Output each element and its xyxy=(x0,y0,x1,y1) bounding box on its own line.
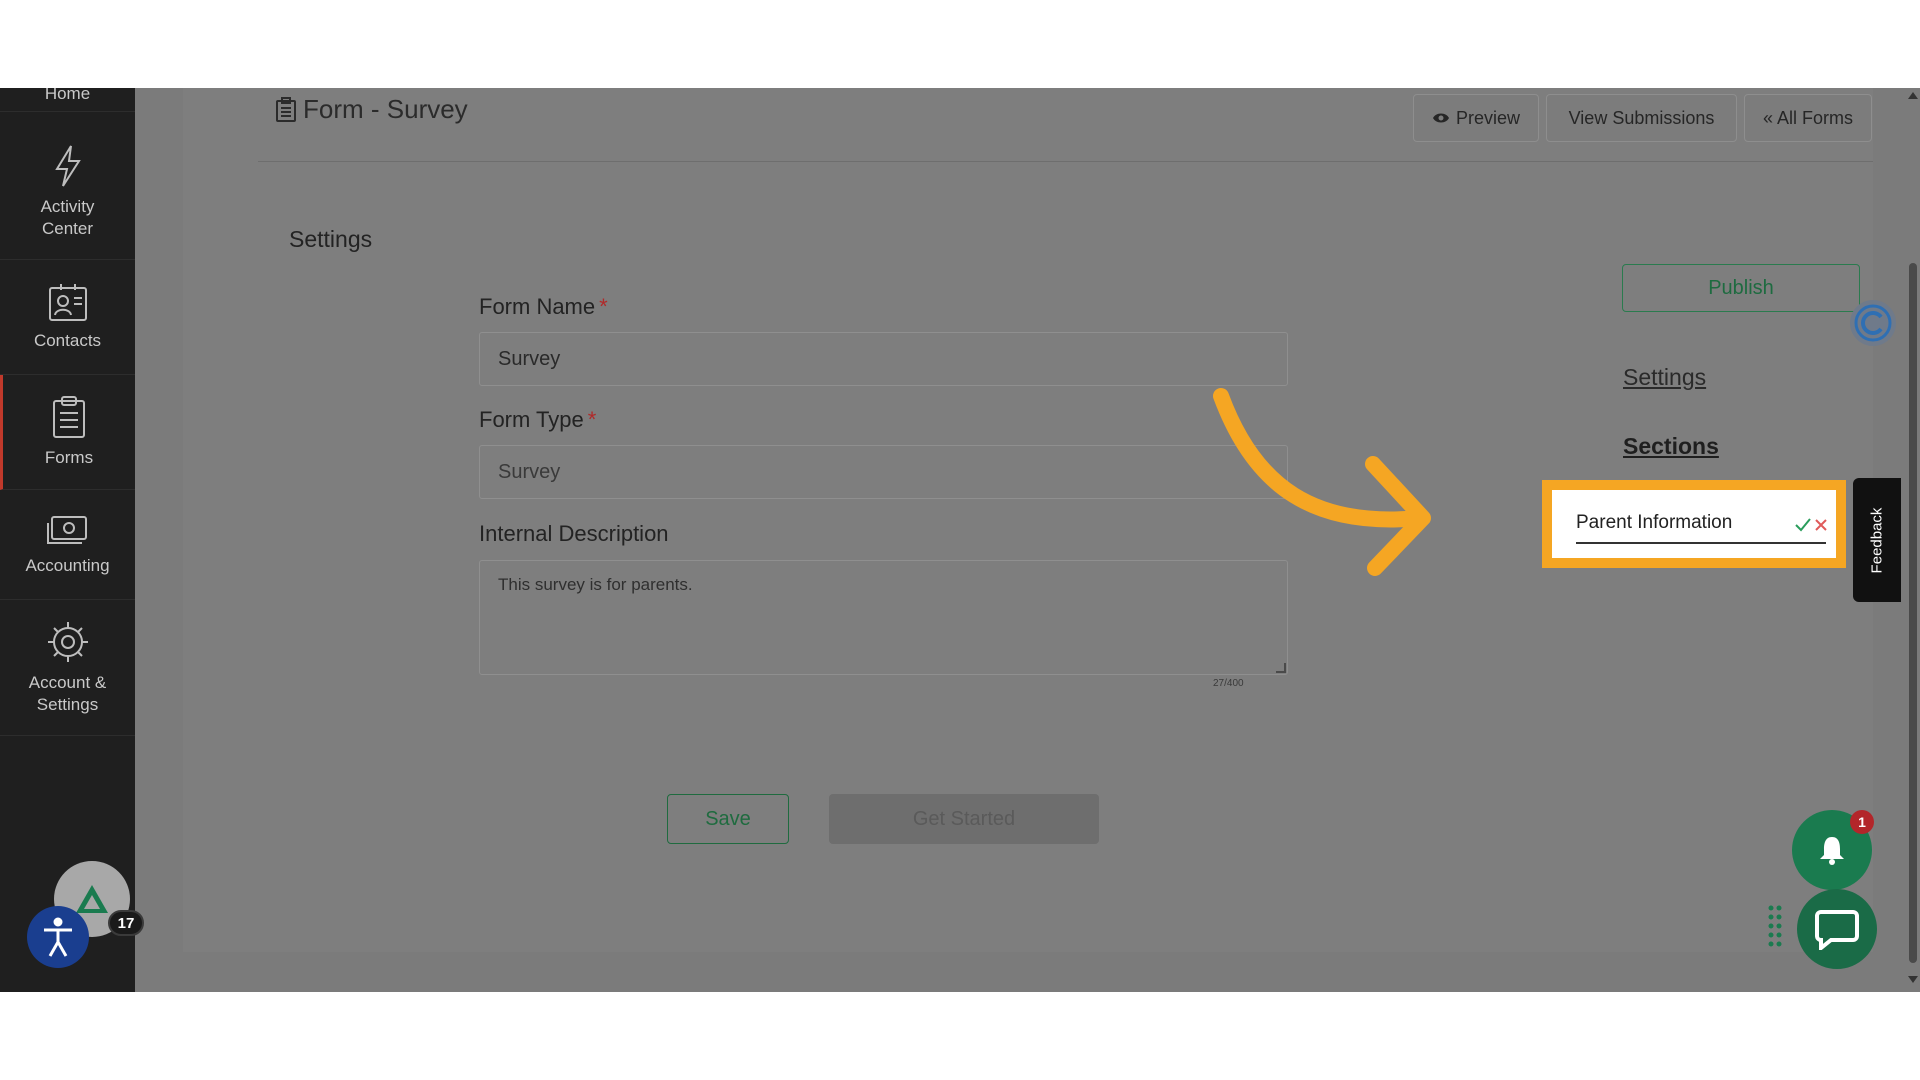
sidebar-item-label: Activity Center xyxy=(40,196,95,238)
section-name-editor: Parent Information xyxy=(1542,480,1846,568)
save-button[interactable]: Save xyxy=(667,794,789,844)
money-icon xyxy=(46,515,87,544)
form-type-select[interactable]: Survey xyxy=(479,445,1288,499)
brand-logo-icon xyxy=(76,885,108,913)
clipboard-icon xyxy=(53,396,85,438)
feedback-tab[interactable]: Feedback xyxy=(1853,478,1901,602)
internal-description-label: Internal Description xyxy=(479,521,669,546)
sidebar-item-label: Accounting xyxy=(25,555,110,575)
chat-bubble-icon xyxy=(1815,910,1859,950)
lightning-icon xyxy=(54,144,81,187)
clipboard-icon xyxy=(276,96,296,122)
main-content: Form - Survey Preview View Submissions «… xyxy=(135,88,1920,992)
sidebar: Home Activity Center Contacts Forms Acco… xyxy=(0,88,144,992)
preview-button[interactable]: Preview xyxy=(1413,94,1539,142)
view-submissions-button[interactable]: View Submissions xyxy=(1546,94,1737,142)
page-title-text: Form - Survey xyxy=(303,94,468,124)
close-icon[interactable] xyxy=(1815,519,1827,531)
accessibility-button[interactable] xyxy=(27,906,89,968)
scrollbar[interactable] xyxy=(1906,88,1920,992)
gear-icon xyxy=(47,621,88,662)
scroll-up-icon[interactable] xyxy=(1908,92,1918,99)
sidebar-item-accounting[interactable]: Accounting xyxy=(0,490,135,600)
sections-link[interactable]: Sections xyxy=(1623,433,1719,460)
get-started-button[interactable]: Get Started xyxy=(829,794,1099,844)
check-icon[interactable] xyxy=(1795,518,1811,532)
all-forms-button[interactable]: « All Forms xyxy=(1744,94,1872,142)
required-mark: * xyxy=(599,294,608,319)
character-count: 27/400 xyxy=(1213,678,1244,689)
internal-description-textarea[interactable]: This survey is for parents. xyxy=(479,560,1288,675)
sidebar-item-label: Account & Settings xyxy=(28,672,107,714)
accessibility-icon xyxy=(44,917,72,957)
notification-badge: 1 xyxy=(1850,810,1874,834)
header-divider xyxy=(258,161,1873,162)
form-name-label: Form Name * xyxy=(479,294,608,320)
eye-icon xyxy=(1432,113,1449,123)
drag-handle-icon[interactable] xyxy=(1767,904,1783,948)
form-type-label: Form Type * xyxy=(479,407,596,433)
form-type-label-text: Form Type xyxy=(479,407,584,432)
form-name-input[interactable]: Survey xyxy=(479,332,1288,386)
textarea-resize-handle[interactable] xyxy=(1276,663,1286,673)
scroll-down-icon[interactable] xyxy=(1908,976,1918,983)
app-screen: Home Activity Center Contacts Forms Acco… xyxy=(0,88,1920,992)
sidebar-item-activity-center[interactable]: Activity Center xyxy=(0,124,135,260)
sidebar-item-label: Home xyxy=(44,88,91,103)
sidebar-item-forms[interactable]: Forms xyxy=(0,375,135,490)
annotation-arrow-icon xyxy=(1213,388,1431,576)
bell-icon xyxy=(1820,837,1844,865)
chat-button[interactable] xyxy=(1797,889,1877,969)
page-title: Form - Survey xyxy=(275,94,468,125)
sidebar-item-home[interactable]: Home xyxy=(0,88,135,112)
settings-heading: Settings xyxy=(289,226,373,252)
settings-link[interactable]: Settings xyxy=(1623,364,1706,391)
contacts-icon xyxy=(48,284,87,321)
feedback-label: Feedback xyxy=(1868,507,1886,573)
form-name-label-text: Form Name xyxy=(479,294,596,319)
sidebar-item-label: Contacts xyxy=(33,331,102,350)
publish-button[interactable]: Publish xyxy=(1622,264,1860,312)
sync-icon[interactable] xyxy=(1850,300,1896,346)
sidebar-item-account-settings[interactable]: Account & Settings xyxy=(0,600,135,736)
circular-logo-icon xyxy=(1854,304,1892,342)
scrollbar-thumb[interactable] xyxy=(1909,263,1917,963)
preview-label: Preview xyxy=(1455,107,1521,128)
sidebar-item-contacts[interactable]: Contacts xyxy=(0,260,135,375)
sidebar-item-label: Forms xyxy=(44,448,94,467)
required-mark: * xyxy=(587,407,597,432)
section-name-input[interactable]: Parent Information xyxy=(1576,512,1826,544)
